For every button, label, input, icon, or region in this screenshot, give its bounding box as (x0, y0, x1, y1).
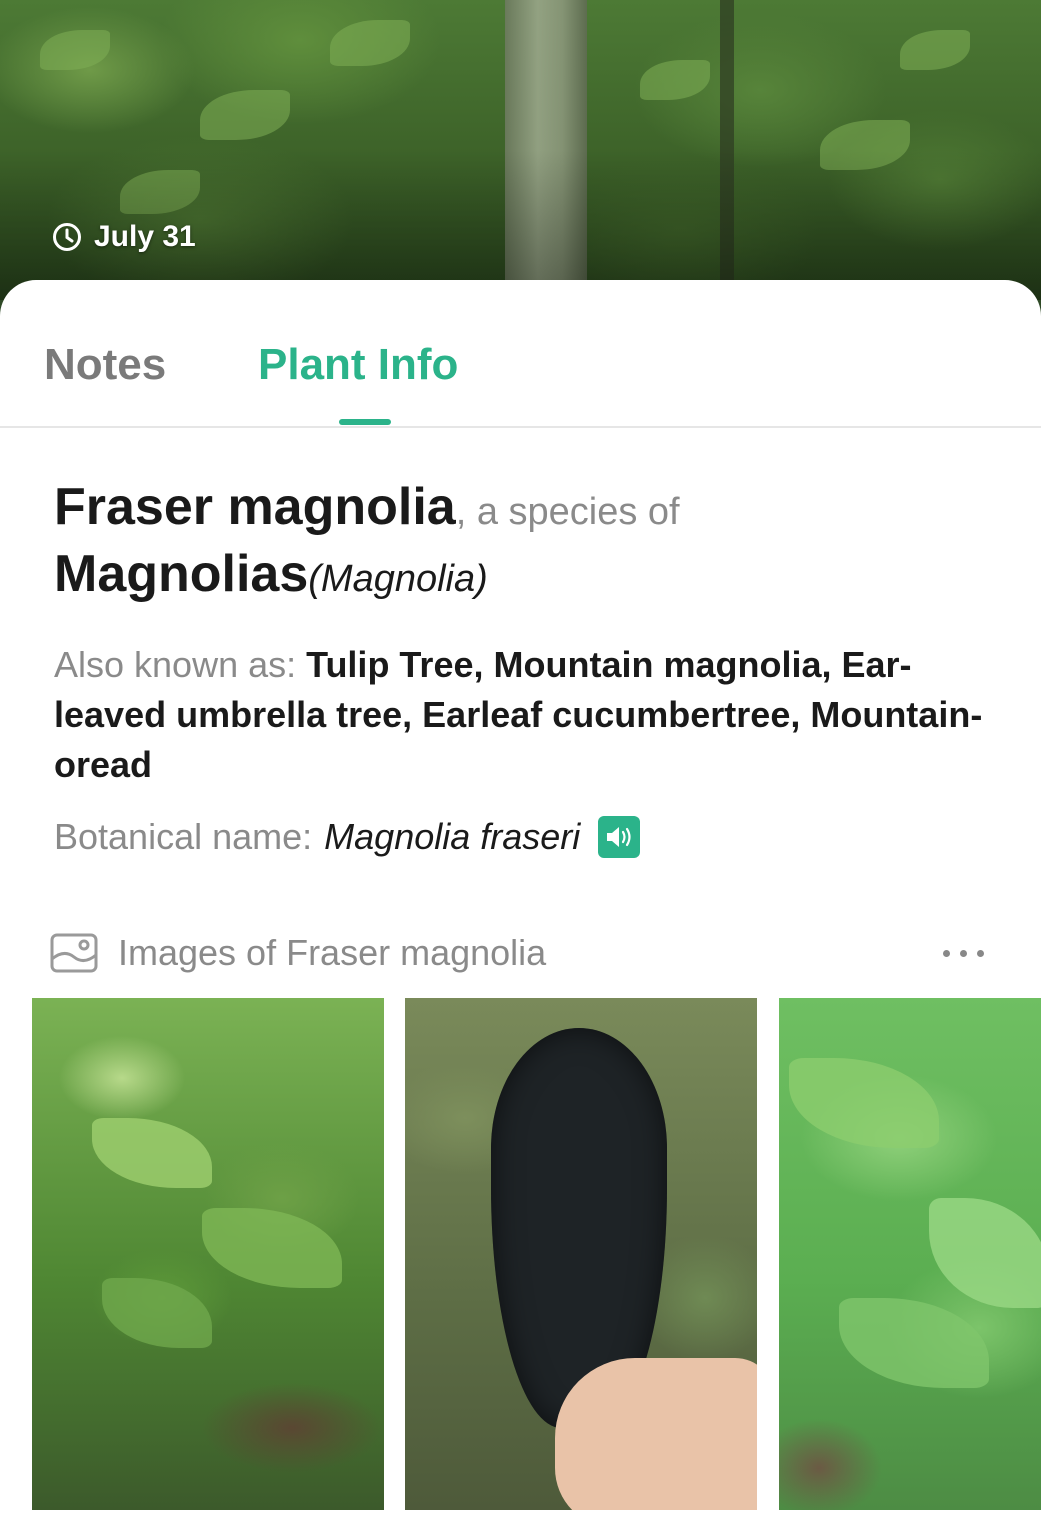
common-name: Fraser magnolia (54, 478, 456, 536)
botanical-value: Magnolia fraseri (324, 816, 581, 857)
tab-bar: Notes Plant Info (0, 280, 1041, 428)
leaf (839, 1298, 989, 1388)
active-tab-indicator (339, 419, 391, 425)
botanical-name: Botanical name: Magnolia fraseri (54, 812, 994, 862)
hand (555, 1358, 757, 1510)
hero-shade (0, 0, 1041, 300)
plant-headline: Fraser magnolia, a species of Magnolias(M… (54, 476, 994, 610)
images-section-title: Images of Fraser magnolia (118, 932, 547, 973)
aka-label: Also known as: (54, 644, 307, 685)
leaf (102, 1278, 212, 1348)
species-of-text: , a species of (455, 491, 680, 533)
more-dots-icon[interactable] (937, 940, 990, 967)
hero-photo: July 31 (0, 0, 1041, 300)
tab-notes[interactable]: Notes (44, 340, 166, 390)
leaf (92, 1118, 212, 1188)
also-known-as: Also known as: Tulip Tree, Mountain magn… (54, 640, 994, 790)
botanical-label: Botanical name: (54, 816, 313, 857)
image-gallery[interactable] (32, 998, 1041, 1510)
date-text: July 31 (94, 220, 196, 253)
gallery-icon (50, 933, 98, 973)
plant-image-thumbnail[interactable] (405, 998, 757, 1510)
speaker-icon[interactable] (598, 816, 641, 858)
genus-common-name: Magnolias (54, 545, 309, 603)
leaf (202, 1208, 342, 1288)
tab-plant-info[interactable]: Plant Info (258, 340, 458, 390)
plant-info-content: Fraser magnolia, a species of Magnolias(M… (54, 476, 994, 862)
leaf (929, 1198, 1041, 1308)
date-badge: July 31 (52, 220, 196, 254)
plant-image-thumbnail[interactable] (32, 998, 384, 1510)
images-section-header: Images of Fraser magnolia (50, 932, 990, 974)
clock-icon (52, 222, 82, 252)
plant-image-thumbnail[interactable] (779, 998, 1041, 1510)
leaf (789, 1058, 939, 1148)
plant-card: Notes Plant Info Fraser magnolia, a spec… (0, 280, 1041, 1536)
genus-latin-name: (Magnolia) (308, 558, 488, 600)
